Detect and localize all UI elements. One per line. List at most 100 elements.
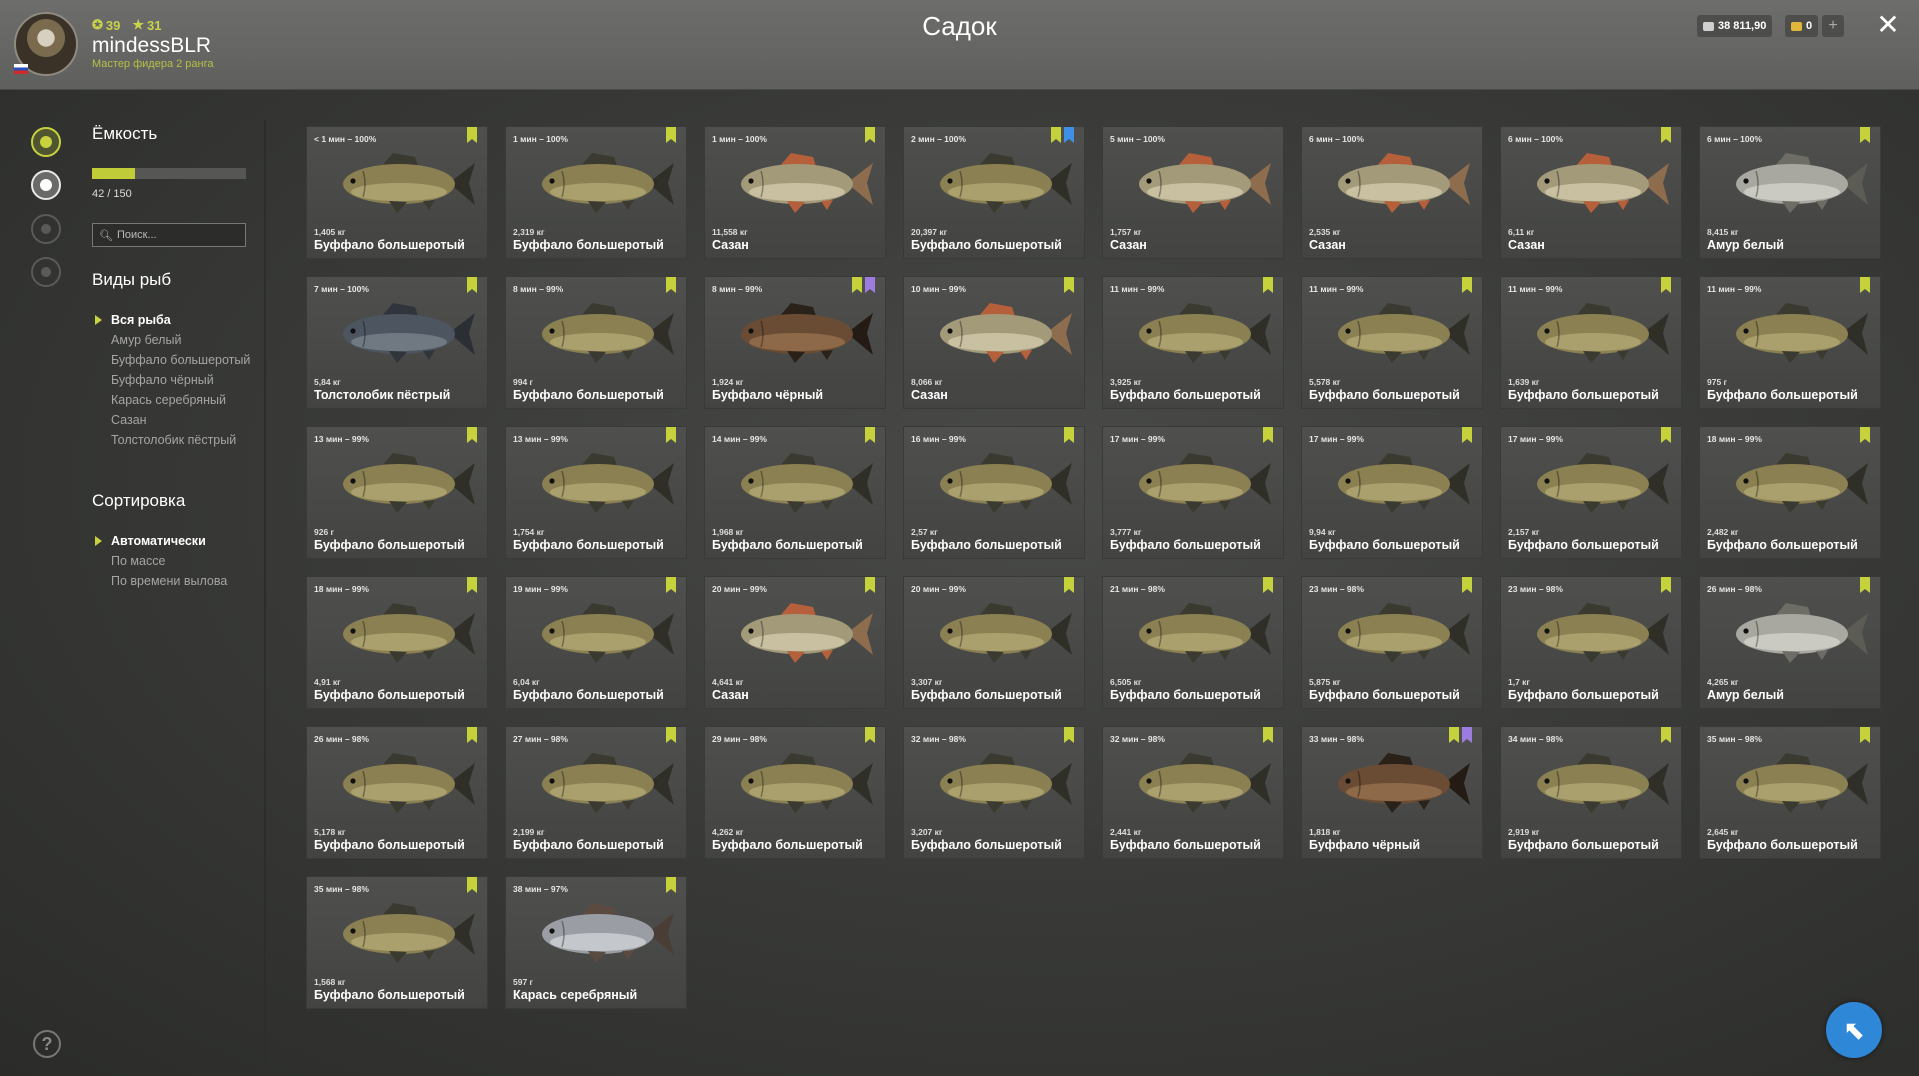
bookmark-icon[interactable] bbox=[1860, 277, 1870, 293]
fish-card[interactable]: 33 мин – 98% 1,818 кг Буффало чёрный bbox=[1301, 726, 1483, 859]
fish-card[interactable]: 2 мин – 100% 20,397 кг Буффало большерот… bbox=[903, 126, 1085, 259]
bookmark-icon[interactable] bbox=[1462, 277, 1472, 293]
bookmark-icon[interactable] bbox=[666, 727, 676, 743]
bookmark-icon[interactable] bbox=[666, 877, 676, 893]
sort-option-1[interactable]: По массе bbox=[92, 554, 252, 568]
bookmark-icon[interactable] bbox=[1064, 427, 1074, 443]
gear-icon[interactable] bbox=[31, 257, 61, 287]
help-icon[interactable]: ? bbox=[33, 1030, 61, 1058]
add-currency-button[interactable]: + bbox=[1822, 15, 1844, 37]
bookmark-icon[interactable] bbox=[666, 427, 676, 443]
keepnet-icon[interactable] bbox=[31, 127, 61, 157]
bookmark-icon[interactable] bbox=[852, 277, 862, 293]
fish-card[interactable]: 14 мин – 99% 1,968 кг Буффало большероты… bbox=[704, 426, 886, 559]
fish-card[interactable]: 18 мин – 99% 2,482 кг Буффало большероты… bbox=[1699, 426, 1881, 559]
bookmark-icon[interactable] bbox=[1860, 727, 1870, 743]
bookmark-icon[interactable] bbox=[467, 577, 477, 593]
silver-balance[interactable]: 38 811,90 bbox=[1697, 15, 1773, 37]
sort-option-2[interactable]: По времени вылова bbox=[92, 574, 252, 588]
fish-card[interactable]: 38 мин – 97% 597 г Карась серебряный bbox=[505, 876, 687, 1009]
fish-card[interactable]: 32 мин – 98% 3,207 кг Буффало большероты… bbox=[903, 726, 1085, 859]
bookmark-icon[interactable] bbox=[467, 127, 477, 143]
bookmark-icon[interactable] bbox=[1661, 727, 1671, 743]
bookmark-icon[interactable] bbox=[467, 877, 477, 893]
fish-card[interactable]: 19 мин – 99% 6,04 кг Буффало большеротый bbox=[505, 576, 687, 709]
fish-card[interactable]: 17 мин – 99% 3,777 кг Буффало большероты… bbox=[1102, 426, 1284, 559]
bookmark-icon[interactable] bbox=[1449, 727, 1459, 743]
bookmark-icon[interactable] bbox=[666, 577, 676, 593]
bookmark-icon[interactable] bbox=[1462, 427, 1472, 443]
bookmark-icon[interactable] bbox=[1661, 577, 1671, 593]
fish-card[interactable]: 6 мин – 100% 6,11 кг Сазан bbox=[1500, 126, 1682, 259]
fish-card[interactable]: 11 мин – 99% 1,639 кг Буффало большероты… bbox=[1500, 276, 1682, 409]
fish-card[interactable]: 6 мин – 100% 2,535 кг Сазан bbox=[1301, 126, 1483, 259]
fish-card[interactable]: 26 мин – 98% 4,265 кг Амур белый bbox=[1699, 576, 1881, 709]
bookmark-icon[interactable] bbox=[1661, 277, 1671, 293]
fish-card[interactable]: 32 мин – 98% 2,441 кг Буффало большероты… bbox=[1102, 726, 1284, 859]
bookmark-icon[interactable] bbox=[1462, 577, 1472, 593]
fish-card[interactable]: 5 мин – 100% 1,757 кг Сазан bbox=[1102, 126, 1284, 259]
bookmark-icon[interactable] bbox=[1064, 127, 1074, 143]
fish-card[interactable]: 17 мин – 99% 9,94 кг Буффало большеротый bbox=[1301, 426, 1483, 559]
bookmark-icon[interactable] bbox=[1462, 727, 1472, 743]
fish-card[interactable]: 10 мин – 99% 8,066 кг Сазан bbox=[903, 276, 1085, 409]
fish-card[interactable]: 26 мин – 98% 5,178 кг Буффало большероты… bbox=[306, 726, 488, 859]
bookmark-icon[interactable] bbox=[1064, 577, 1074, 593]
fish-card[interactable]: 16 мин – 99% 2,57 кг Буффало большеротый bbox=[903, 426, 1085, 559]
bookmark-icon[interactable] bbox=[1263, 577, 1273, 593]
bookmark-icon[interactable] bbox=[1051, 127, 1061, 143]
fish-card[interactable]: 8 мин – 99% 1,924 кг Буффало чёрный bbox=[704, 276, 886, 409]
bookmark-icon[interactable] bbox=[865, 727, 875, 743]
species-filter-item-2[interactable]: Буффало большеротый bbox=[92, 353, 252, 367]
fish-card[interactable]: 1 мин – 100% 11,558 кг Сазан bbox=[704, 126, 886, 259]
close-icon[interactable]: ✕ bbox=[1873, 10, 1903, 40]
bookmark-icon[interactable] bbox=[467, 727, 477, 743]
bookmark-icon[interactable] bbox=[1263, 727, 1273, 743]
fish-card[interactable]: 34 мин – 98% 2,919 кг Буффало большероты… bbox=[1500, 726, 1682, 859]
fish-card[interactable]: 23 мин – 98% 5,875 кг Буффало большероты… bbox=[1301, 576, 1483, 709]
fish-card[interactable]: 13 мин – 99% 1,754 кг Буффало большероты… bbox=[505, 426, 687, 559]
fish-card[interactable]: 23 мин – 98% 1,7 кг Буффало большеротый bbox=[1500, 576, 1682, 709]
gold-balance[interactable]: 0 bbox=[1785, 15, 1819, 37]
fish-card[interactable]: 1 мин – 100% 2,319 кг Буффало большероты… bbox=[505, 126, 687, 259]
species-filter-item-1[interactable]: Амур белый bbox=[92, 333, 252, 347]
bookmark-icon[interactable] bbox=[1860, 127, 1870, 143]
species-filter-item-0[interactable]: Вся рыба bbox=[92, 313, 252, 327]
fish-icon[interactable] bbox=[31, 170, 61, 200]
fish-card[interactable]: 29 мин – 98% 4,262 кг Буффало большероты… bbox=[704, 726, 886, 859]
bookmark-icon[interactable] bbox=[1661, 427, 1671, 443]
species-filter-item-6[interactable]: Толстолобик пёстрый bbox=[92, 433, 252, 447]
bookmark-icon[interactable] bbox=[1263, 277, 1273, 293]
species-filter-item-3[interactable]: Буффало чёрный bbox=[92, 373, 252, 387]
tackle-icon[interactable] bbox=[31, 214, 61, 244]
fish-card[interactable]: 35 мин – 98% 2,645 кг Буффало большероты… bbox=[1699, 726, 1881, 859]
fish-card[interactable]: 7 мин – 100% 5,84 кг Толстолобик пёстрый bbox=[306, 276, 488, 409]
search-input[interactable]: 🔍︎ Поиск... bbox=[92, 223, 246, 247]
bookmark-icon[interactable] bbox=[666, 127, 676, 143]
bookmark-icon[interactable] bbox=[467, 277, 477, 293]
bookmark-icon[interactable] bbox=[1064, 727, 1074, 743]
species-filter-item-5[interactable]: Сазан bbox=[92, 413, 252, 427]
fish-card[interactable]: < 1 мин – 100% 1,405 кг Буффало большеро… bbox=[306, 126, 488, 259]
bookmark-icon[interactable] bbox=[865, 427, 875, 443]
bookmark-icon[interactable] bbox=[467, 427, 477, 443]
fish-card[interactable]: 11 мин – 99% 5,578 кг Буффало большероты… bbox=[1301, 276, 1483, 409]
cursor-icon[interactable]: ⬉ bbox=[1826, 1002, 1882, 1058]
fish-card[interactable]: 35 мин – 98% 1,568 кг Буффало большероты… bbox=[306, 876, 488, 1009]
fish-card[interactable]: 27 мин – 98% 2,199 кг Буффало большероты… bbox=[505, 726, 687, 859]
fish-card[interactable]: 17 мин – 99% 2,157 кг Буффало большероты… bbox=[1500, 426, 1682, 559]
fish-card[interactable]: 8 мин – 99% 994 г Буффало большеротый bbox=[505, 276, 687, 409]
fish-card[interactable]: 21 мин – 98% 6,505 кг Буффало большероты… bbox=[1102, 576, 1284, 709]
bookmark-icon[interactable] bbox=[865, 277, 875, 293]
bookmark-icon[interactable] bbox=[1064, 277, 1074, 293]
fish-card[interactable]: 11 мин – 99% 3,925 кг Буффало большероты… bbox=[1102, 276, 1284, 409]
bookmark-icon[interactable] bbox=[666, 277, 676, 293]
fish-card[interactable]: 6 мин – 100% 8,415 кг Амур белый bbox=[1699, 126, 1881, 259]
sort-option-0[interactable]: Автоматически bbox=[92, 534, 252, 548]
fish-card[interactable]: 13 мин – 99% 926 г Буффало большеротый bbox=[306, 426, 488, 559]
bookmark-icon[interactable] bbox=[1860, 577, 1870, 593]
bookmark-icon[interactable] bbox=[865, 127, 875, 143]
species-filter-item-4[interactable]: Карась серебряный bbox=[92, 393, 252, 407]
bookmark-icon[interactable] bbox=[1661, 127, 1671, 143]
fish-card[interactable]: 20 мин – 99% 3,307 кг Буффало большероты… bbox=[903, 576, 1085, 709]
